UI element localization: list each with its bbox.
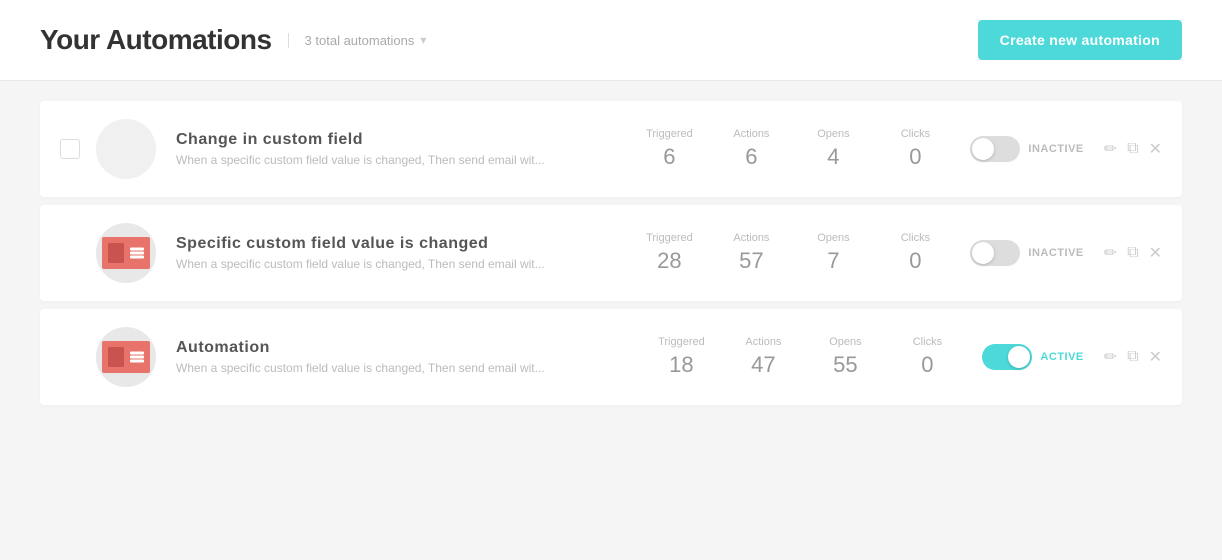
automation-info-1: Change in custom field When a specific c… bbox=[176, 131, 644, 167]
automation-icon-1 bbox=[96, 119, 156, 179]
automation-icon-3 bbox=[96, 327, 156, 387]
automation-icon-inner-3 bbox=[102, 341, 150, 373]
automation-info-2: Specific custom field value is changed W… bbox=[176, 235, 644, 271]
actions-label-2: Actions bbox=[726, 232, 776, 244]
clicks-label-1: Clicks bbox=[890, 128, 940, 140]
automation-info-3: Automation When a specific custom field … bbox=[176, 339, 656, 375]
edit-icon-2[interactable]: ✏ bbox=[1104, 243, 1117, 263]
automation-desc-1: When a specific custom field value is ch… bbox=[176, 153, 644, 167]
clicks-label-2: Clicks bbox=[890, 232, 940, 244]
automation-icon-2 bbox=[96, 223, 156, 283]
stat-actions-2: Actions 57 bbox=[726, 232, 776, 274]
edit-icon-1[interactable]: ✏ bbox=[1104, 139, 1117, 159]
automation-stats-2: Triggered 28 Actions 57 Opens 7 Clicks 0 bbox=[644, 232, 940, 274]
table-row: Specific custom field value is changed W… bbox=[40, 205, 1182, 301]
stat-actions-1: Actions 6 bbox=[726, 128, 776, 170]
stat-opens-1: Opens 4 bbox=[808, 128, 858, 170]
actions-label-1: Actions bbox=[726, 128, 776, 140]
automation-name-3: Automation bbox=[176, 339, 656, 357]
stat-triggered-1: Triggered 6 bbox=[644, 128, 694, 170]
automation-desc-2: When a specific custom field value is ch… bbox=[176, 257, 644, 271]
automation-stats-3: Triggered 18 Actions 47 Opens 55 Clicks … bbox=[656, 336, 952, 378]
row-checkbox-1[interactable] bbox=[60, 139, 80, 159]
clicks-value-1: 0 bbox=[890, 144, 940, 170]
delete-icon-2[interactable]: ✕ bbox=[1149, 243, 1162, 263]
stat-actions-3: Actions 47 bbox=[738, 336, 788, 378]
opens-value-3: 55 bbox=[820, 352, 870, 378]
stat-clicks-1: Clicks 0 bbox=[890, 128, 940, 170]
triggered-value-3: 18 bbox=[656, 352, 706, 378]
clicks-value-3: 0 bbox=[902, 352, 952, 378]
status-toggle-3[interactable] bbox=[982, 344, 1032, 370]
actions-value-1: 6 bbox=[726, 144, 776, 170]
stat-triggered-2: Triggered 28 bbox=[644, 232, 694, 274]
table-row: Change in custom field When a specific c… bbox=[40, 101, 1182, 197]
copy-icon-1[interactable]: ⧉ bbox=[1127, 140, 1138, 158]
clicks-label-3: Clicks bbox=[902, 336, 952, 348]
triggered-label-1: Triggered bbox=[644, 128, 694, 140]
table-row: Automation When a specific custom field … bbox=[40, 309, 1182, 405]
automation-stats-1: Triggered 6 Actions 6 Opens 4 Clicks 0 bbox=[644, 128, 940, 170]
automation-name-2: Specific custom field value is changed bbox=[176, 235, 644, 253]
triggered-label-2: Triggered bbox=[644, 232, 694, 244]
automation-desc-3: When a specific custom field value is ch… bbox=[176, 361, 656, 375]
delete-icon-3[interactable]: ✕ bbox=[1149, 347, 1162, 367]
status-label-1: INACTIVE bbox=[1028, 143, 1083, 155]
toggle-knob-1 bbox=[972, 138, 994, 160]
opens-label-3: Opens bbox=[820, 336, 870, 348]
header-left: Your Automations 3 total automations ▾ bbox=[40, 24, 426, 56]
opens-value-1: 4 bbox=[808, 144, 858, 170]
row-actions-3: ✏ ⧉ ✕ bbox=[1104, 347, 1162, 367]
copy-icon-2[interactable]: ⧉ bbox=[1127, 244, 1138, 262]
clicks-value-2: 0 bbox=[890, 248, 940, 274]
opens-label-2: Opens bbox=[808, 232, 858, 244]
total-count: 3 total automations ▾ bbox=[288, 33, 427, 48]
stat-clicks-2: Clicks 0 bbox=[890, 232, 940, 274]
actions-label-3: Actions bbox=[738, 336, 788, 348]
page-header: Your Automations 3 total automations ▾ C… bbox=[0, 0, 1222, 81]
automation-name-1: Change in custom field bbox=[176, 131, 644, 149]
filter-icon[interactable]: ▾ bbox=[420, 33, 426, 47]
opens-value-2: 7 bbox=[808, 248, 858, 274]
actions-value-2: 57 bbox=[726, 248, 776, 274]
stat-opens-3: Opens 55 bbox=[820, 336, 870, 378]
page-title: Your Automations bbox=[40, 24, 272, 56]
toggle-knob-3 bbox=[1008, 346, 1030, 368]
automation-icon-inner-2 bbox=[102, 237, 150, 269]
delete-icon-1[interactable]: ✕ bbox=[1149, 139, 1162, 159]
triggered-value-1: 6 bbox=[644, 144, 694, 170]
status-toggle-2[interactable] bbox=[970, 240, 1020, 266]
row-actions-2: ✏ ⧉ ✕ bbox=[1104, 243, 1162, 263]
stat-triggered-3: Triggered 18 bbox=[656, 336, 706, 378]
toggle-area-1: INACTIVE bbox=[970, 136, 1083, 162]
toggle-area-2: INACTIVE bbox=[970, 240, 1083, 266]
triggered-label-3: Triggered bbox=[656, 336, 706, 348]
copy-icon-3[interactable]: ⧉ bbox=[1127, 348, 1138, 366]
opens-label-1: Opens bbox=[808, 128, 858, 140]
triggered-value-2: 28 bbox=[644, 248, 694, 274]
stat-clicks-3: Clicks 0 bbox=[902, 336, 952, 378]
toggle-knob-2 bbox=[972, 242, 994, 264]
edit-icon-3[interactable]: ✏ bbox=[1104, 347, 1117, 367]
total-count-text: 3 total automations bbox=[305, 33, 415, 48]
status-label-3: ACTIVE bbox=[1040, 351, 1083, 363]
toggle-area-3: ACTIVE bbox=[982, 344, 1083, 370]
status-label-2: INACTIVE bbox=[1028, 247, 1083, 259]
create-automation-button[interactable]: Create new automation bbox=[978, 20, 1182, 60]
stat-opens-2: Opens 7 bbox=[808, 232, 858, 274]
automations-list: Change in custom field When a specific c… bbox=[0, 81, 1222, 433]
actions-value-3: 47 bbox=[738, 352, 788, 378]
status-toggle-1[interactable] bbox=[970, 136, 1020, 162]
row-actions-1: ✏ ⧉ ✕ bbox=[1104, 139, 1162, 159]
